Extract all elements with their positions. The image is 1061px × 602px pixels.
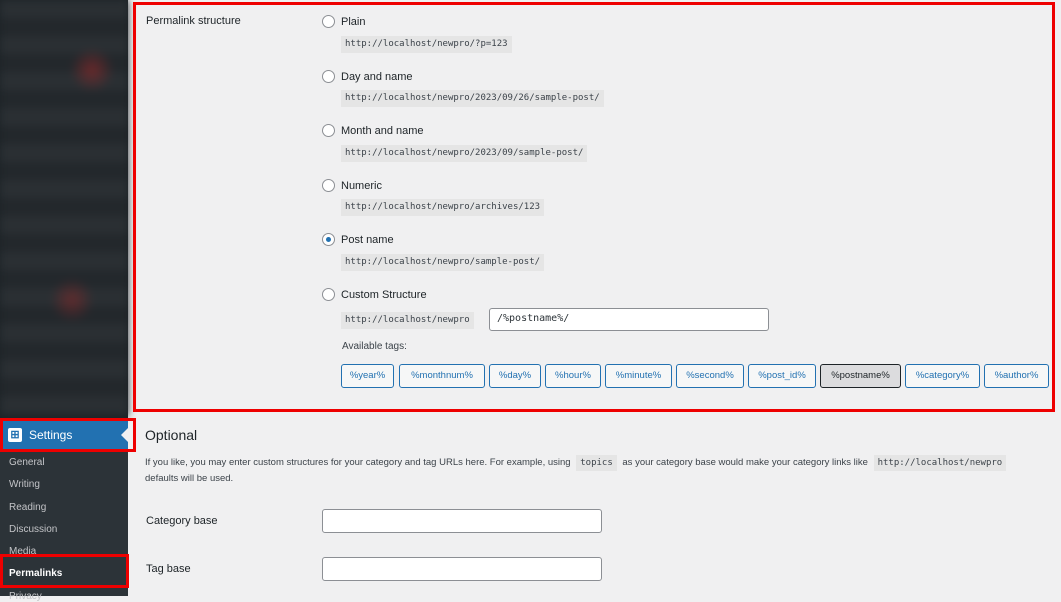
radio-plain[interactable] <box>322 15 335 28</box>
available-tags-label: Available tags: <box>342 341 407 352</box>
sidebar-item-settings-label: Settings <box>29 428 73 442</box>
radio-custom-structure[interactable] <box>322 288 335 301</box>
optional-description-line2: defaults will be used. <box>145 473 234 484</box>
admin-sidebar: ⊞ Settings General Writing Reading Discu… <box>0 0 128 602</box>
radio-post-name[interactable] <box>322 233 335 246</box>
tag-button-second[interactable]: %second% <box>676 364 744 388</box>
submenu-item-permalinks[interactable]: Permalinks <box>9 568 62 579</box>
example-url-month-and-name: http://localhost/newpro/2023/09/sample-p… <box>341 145 588 162</box>
permalink-structure-heading: Permalink structure <box>146 15 241 27</box>
optional-description-line1: If you like, you may enter custom struct… <box>145 455 1009 471</box>
settings-submenu: General Writing Reading Discussion Media… <box>0 452 128 602</box>
tag-button-day[interactable]: %day% <box>489 364 541 388</box>
example-url-plain: http://localhost/newpro/?p=123 <box>341 36 512 53</box>
tag-button-post-id[interactable]: %post_id% <box>748 364 816 388</box>
optional-desc-text-a: If you like, you may enter custom struct… <box>145 457 571 468</box>
optional-desc-code-topics: topics <box>576 455 617 471</box>
optional-desc-code-url: http://localhost/newpro <box>873 455 1007 471</box>
tag-button-author[interactable]: %author% <box>984 364 1049 388</box>
submenu-item-discussion[interactable]: Discussion <box>9 524 57 535</box>
tag-button-hour[interactable]: %hour% <box>545 364 601 388</box>
tag-button-monthnum[interactable]: %monthnum% <box>399 364 485 388</box>
custom-structure-prefix: http://localhost/newpro <box>341 312 474 329</box>
tag-button-minute[interactable]: %minute% <box>605 364 672 388</box>
tag-base-input[interactable] <box>322 557 602 581</box>
option-label-post-name: Post name <box>341 234 394 246</box>
option-label-day-and-name: Day and name <box>341 71 413 83</box>
example-url-numeric: http://localhost/newpro/archives/123 <box>341 199 545 216</box>
option-label-plain: Plain <box>341 16 366 28</box>
sidebar-item-settings[interactable]: ⊞ Settings <box>0 418 128 452</box>
settings-icon: ⊞ <box>8 428 22 442</box>
main-content: Permalink structure Plain http://localho… <box>128 0 1061 596</box>
tag-button-category[interactable]: %category% <box>905 364 980 388</box>
tag-button-year[interactable]: %year% <box>341 364 394 388</box>
blurred-menu-area <box>0 0 128 416</box>
submenu-item-reading[interactable]: Reading <box>9 502 46 513</box>
optional-desc-text-b: as your category base would make your ca… <box>622 457 868 468</box>
category-base-label: Category base <box>146 515 218 527</box>
option-label-numeric: Numeric <box>341 180 382 192</box>
submenu-item-general[interactable]: General <box>9 457 45 468</box>
radio-day-and-name[interactable] <box>322 70 335 83</box>
tag-button-postname[interactable]: %postname% <box>820 364 901 388</box>
radio-numeric[interactable] <box>322 179 335 192</box>
radio-month-and-name[interactable] <box>322 124 335 137</box>
current-menu-arrow-icon <box>121 428 128 442</box>
option-label-month-and-name: Month and name <box>341 125 424 137</box>
submenu-item-media[interactable]: Media <box>9 546 36 557</box>
submenu-item-writing[interactable]: Writing <box>9 479 40 490</box>
option-label-custom-structure: Custom Structure <box>341 289 427 301</box>
tag-base-label: Tag base <box>146 563 191 575</box>
submenu-item-privacy[interactable]: Privacy <box>9 591 42 602</box>
example-url-day-and-name: http://localhost/newpro/2023/09/26/sampl… <box>341 90 604 107</box>
custom-structure-input[interactable]: /%postname%/ <box>489 308 769 331</box>
example-url-post-name: http://localhost/newpro/sample-post/ <box>341 254 545 271</box>
optional-section-title: Optional <box>145 427 198 443</box>
category-base-input[interactable] <box>322 509 602 533</box>
